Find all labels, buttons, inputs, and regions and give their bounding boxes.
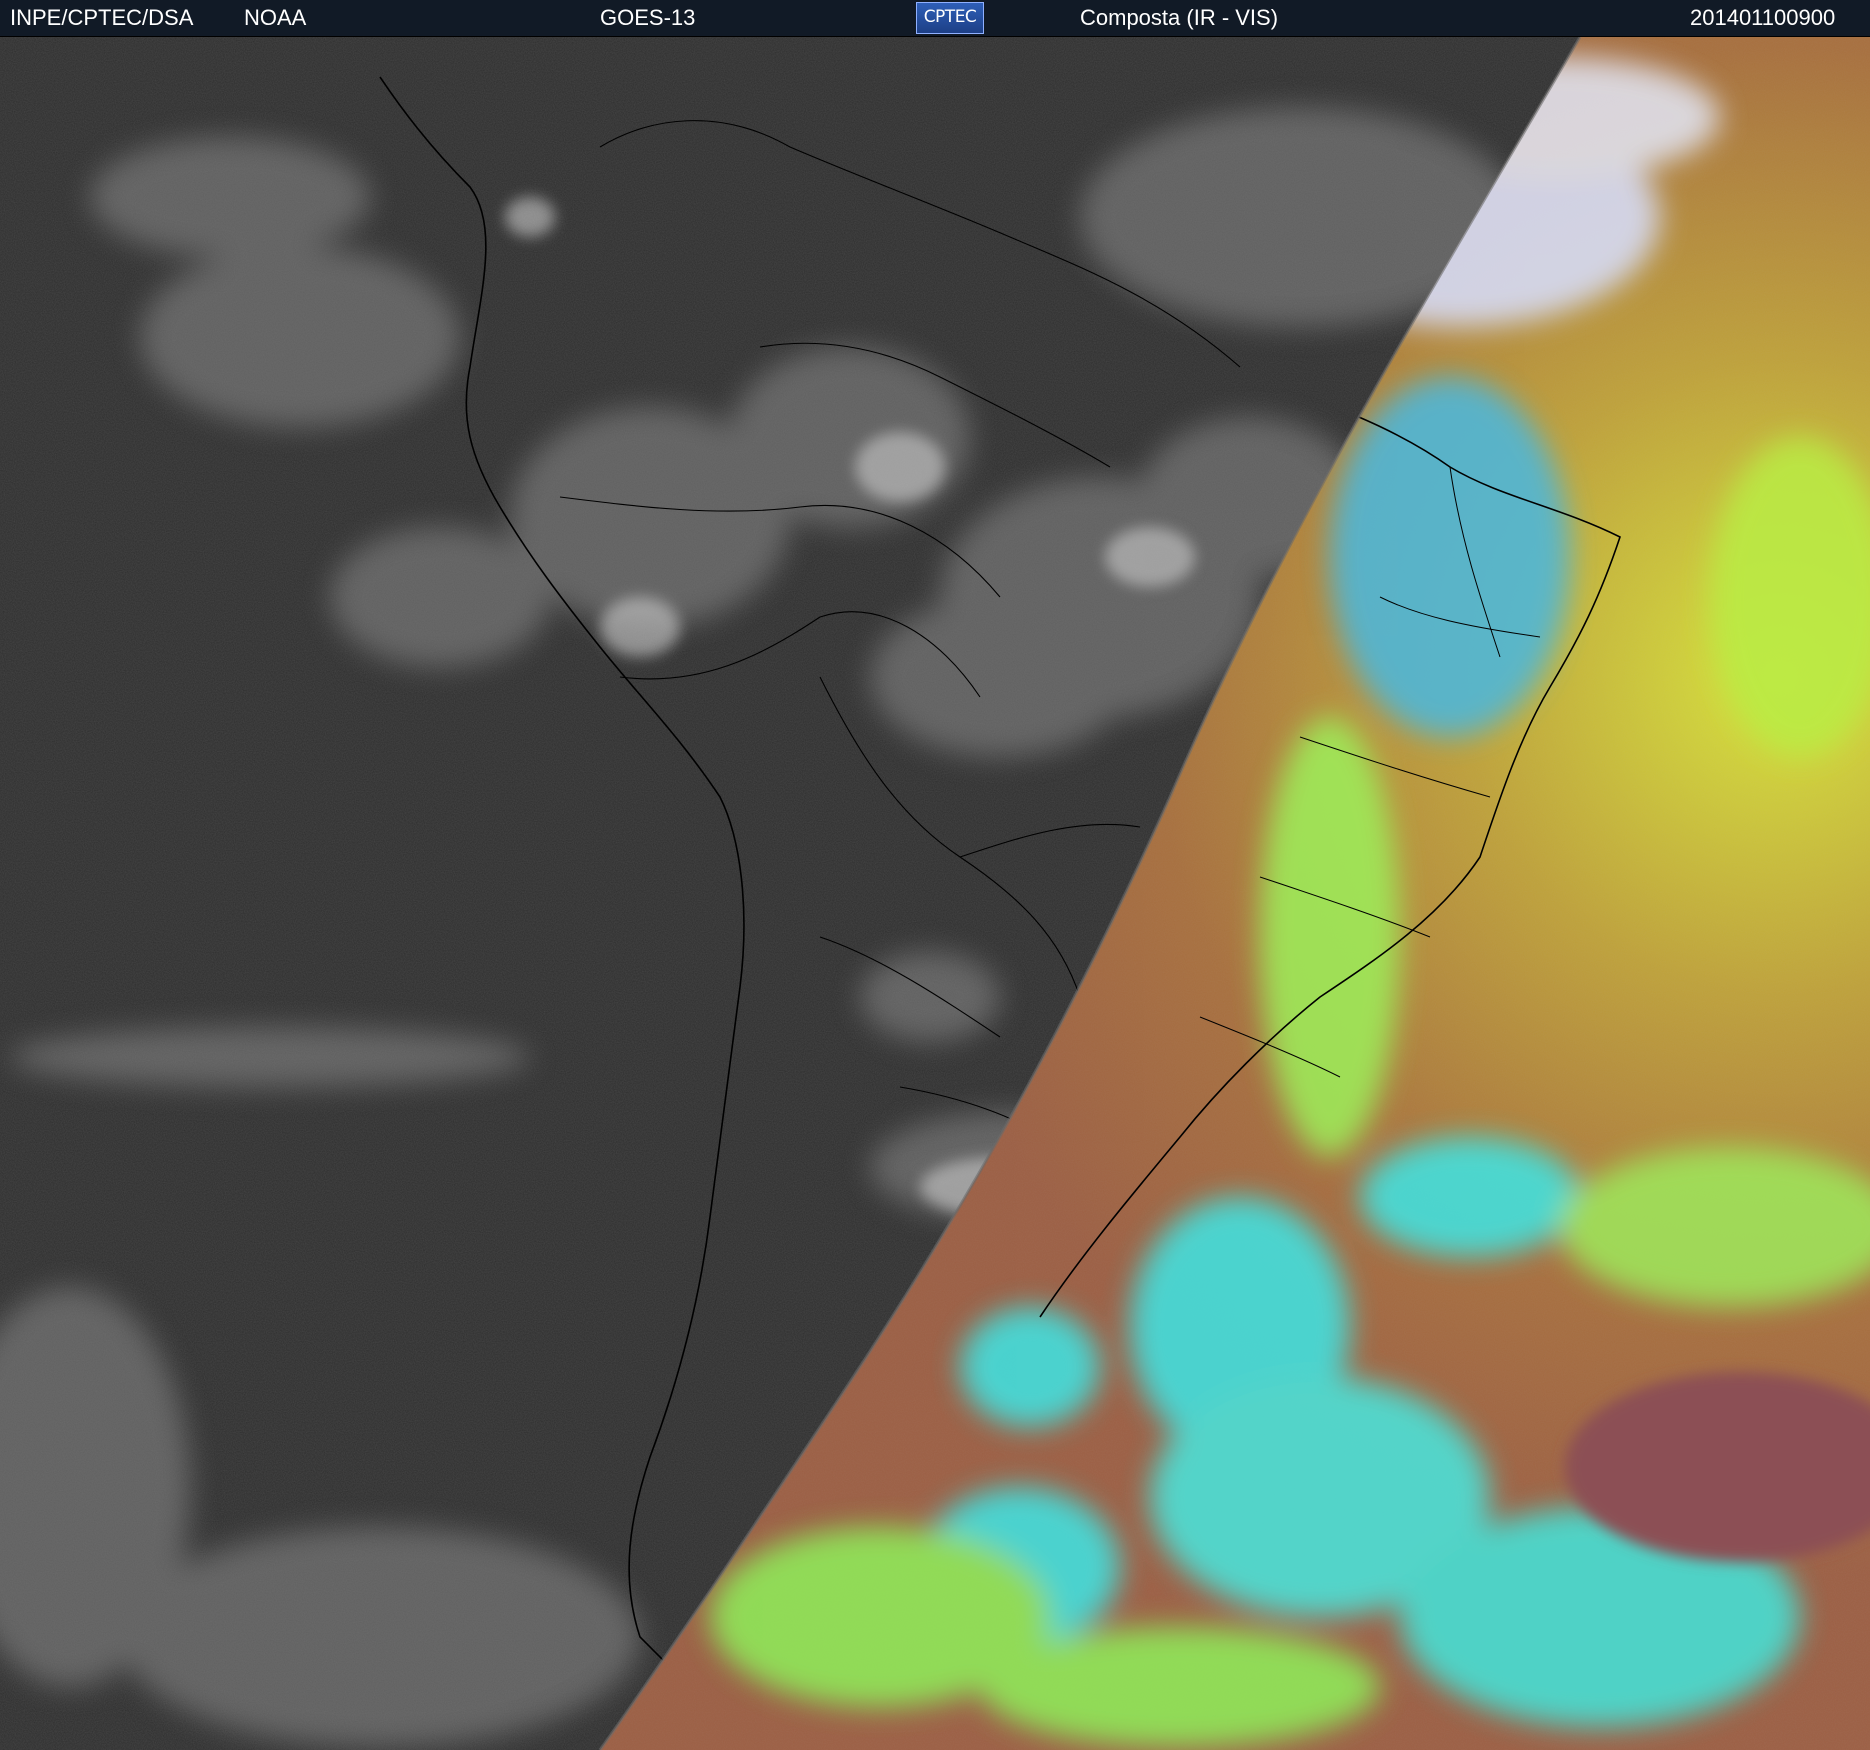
satellite-image	[0, 37, 1870, 1750]
organization-label: INPE/CPTEC/DSA	[10, 5, 194, 30]
agency-label: NOAA	[244, 5, 307, 30]
cptec-logo: CPTEC	[916, 2, 984, 34]
composite-image-svg	[0, 37, 1870, 1750]
header-bar: INPE/CPTEC/DSA NOAA GOES-13 CPTEC Compos…	[0, 0, 1870, 36]
satellite-label: GOES-13	[600, 5, 696, 30]
product-label: Composta (IR - VIS)	[1080, 5, 1279, 30]
timestamp-label: 201401100900	[1690, 5, 1836, 30]
